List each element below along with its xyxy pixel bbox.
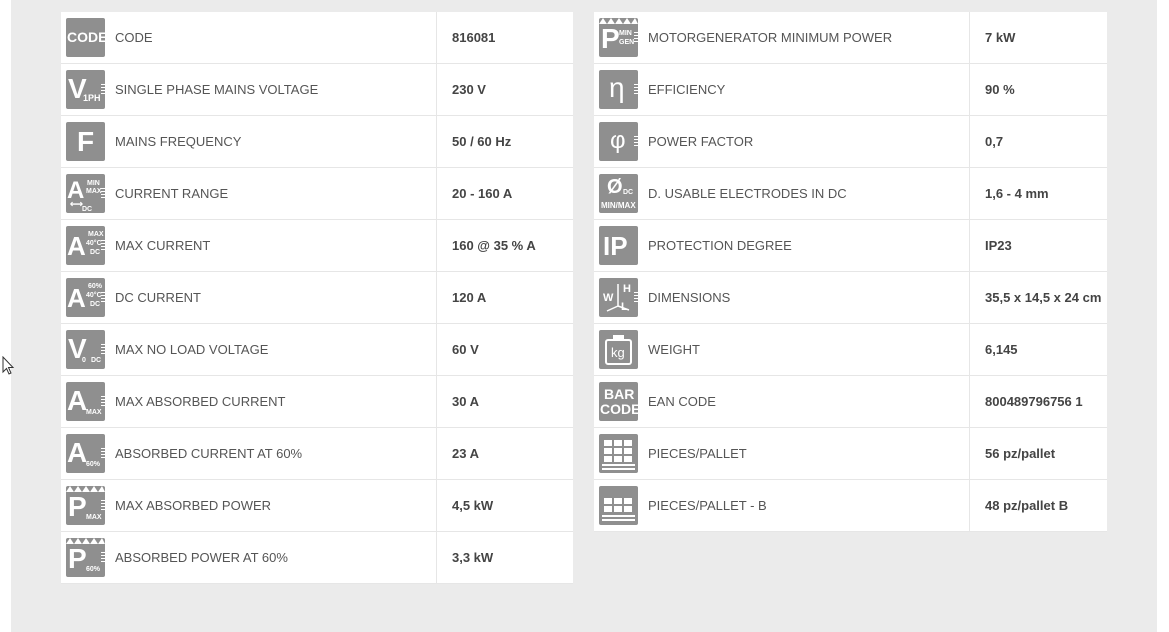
spec-value: 3,3 kW: [452, 550, 494, 565]
motorgenerator-icon: P MIN GEN: [599, 18, 638, 57]
spec-label: MAINS FREQUENCY: [115, 134, 242, 149]
voltage-1ph-icon: V 1PH: [66, 70, 105, 109]
table-row: CODE CODE 816081: [61, 12, 573, 64]
spec-label: DC CURRENT: [115, 290, 201, 305]
table-row: IP PROTECTION DEGREE IP23: [594, 220, 1107, 272]
spec-value: 4,5 kW: [452, 498, 494, 513]
electrode-diameter-icon: Ø DC MIN/MAX: [599, 174, 638, 213]
spec-value: 90 %: [985, 82, 1015, 97]
spec-value: 1,6 - 4 mm: [985, 186, 1049, 201]
spec-label: DIMENSIONS: [648, 290, 731, 305]
spec-label: WEIGHT: [648, 342, 700, 357]
table-row: F MAINS FREQUENCY 50 / 60 Hz: [61, 116, 573, 168]
specs-table-right: P MIN GEN MOTORGENERATOR MINIMUM POWER 7 kW…: [594, 12, 1107, 532]
table-row: V 0 DC MAX NO LOAD VOLTAGE 60 V: [61, 324, 573, 376]
spec-value: 35,5 x 14,5 x 24 cm: [985, 290, 1102, 305]
table-row: A MIN MAX ⟷ DC CURRENT RANGE 20 - 160 A: [61, 168, 573, 220]
frequency-icon: F: [66, 122, 105, 161]
table-row: V 1PH SINGLE PHASE MAINS VOLTAGE 230 V: [61, 64, 573, 116]
spec-value: 0,7: [985, 134, 1004, 149]
table-row: kg WEIGHT 6,145: [594, 324, 1107, 376]
table-row: P 60% ABSORBED POWER AT 60% 3,3 kW: [61, 532, 573, 584]
spec-label: MAX NO LOAD VOLTAGE: [115, 342, 269, 357]
mouse-pointer-icon: [2, 356, 15, 375]
spec-value: 816081: [452, 30, 496, 45]
table-row: BAR CODE EAN CODE 800489796756 1: [594, 376, 1107, 428]
table-row: PIECES/PALLET 56 pz/pallet: [594, 428, 1107, 480]
table-row: η EFFICIENCY 90 %: [594, 64, 1107, 116]
absorbed-current-60-icon: A 60%: [66, 434, 105, 473]
spec-value: 23 A: [452, 446, 479, 461]
spec-label: CURRENT RANGE: [115, 186, 229, 201]
max-current-icon: A MAX 40°C DC: [66, 226, 105, 265]
spec-value: 30 A: [452, 394, 479, 409]
table-row: W H L DIMENSIONS 35,5 x 14,5 x 24 cm: [594, 272, 1107, 324]
spec-label: PIECES/PALLET: [648, 446, 747, 461]
spec-value: 20 - 160 A: [452, 186, 513, 201]
max-absorbed-current-icon: A MAX: [66, 382, 105, 421]
spec-value: 50 / 60 Hz: [452, 134, 512, 149]
spec-value: 120 A: [452, 290, 487, 305]
pallet-icon: [599, 434, 638, 473]
table-row: A MAX 40°C DC MAX CURRENT 160 @ 35 % A: [61, 220, 573, 272]
power-factor-icon: φ: [599, 122, 638, 161]
spec-value: 48 pz/pallet B: [985, 498, 1069, 513]
spec-label: ABSORBED POWER AT 60%: [115, 550, 288, 565]
current-range-icon: A MIN MAX ⟷ DC: [66, 174, 105, 213]
spec-label: PIECES/PALLET - B: [648, 498, 767, 513]
efficiency-icon: η: [599, 70, 638, 109]
table-row: A 60% ABSORBED CURRENT AT 60% 23 A: [61, 428, 573, 480]
table-row: P MIN GEN MOTORGENERATOR MINIMUM POWER 7 kW: [594, 12, 1107, 64]
spec-value: IP23: [985, 238, 1012, 253]
no-load-voltage-icon: V 0 DC: [66, 330, 105, 369]
table-row: φ POWER FACTOR 0,7: [594, 116, 1107, 168]
spec-value: 6,145: [985, 342, 1018, 357]
table-row: A 60% 40°C DC DC CURRENT 120 A: [61, 272, 573, 324]
table-row: P MAX MAX ABSORBED POWER 4,5 kW: [61, 480, 573, 532]
table-row: A MAX MAX ABSORBED CURRENT 30 A: [61, 376, 573, 428]
spec-value: 800489796756 1: [985, 394, 1083, 409]
code-icon: CODE: [66, 18, 105, 57]
spec-label: ABSORBED CURRENT AT 60%: [115, 446, 303, 461]
barcode-icon: BAR CODE: [599, 382, 638, 421]
absorbed-power-60-icon: P 60%: [66, 538, 105, 577]
table-row: PIECES/PALLET - B 48 pz/pallet B: [594, 480, 1107, 532]
spec-value: 160 @ 35 % A: [452, 238, 536, 253]
spec-label: POWER FACTOR: [648, 134, 754, 149]
spec-label: MAX ABSORBED CURRENT: [115, 394, 286, 409]
specs-table-left: CODE CODE 816081 V 1PH SINGLE PHASE MAINS V…: [61, 12, 573, 584]
spec-label: MOTORGENERATOR MINIMUM POWER: [648, 30, 893, 45]
spec-value: 7 kW: [985, 30, 1016, 45]
spec-label: CODE: [115, 30, 153, 45]
weight-icon: kg: [599, 330, 638, 369]
table-row: Ø DC MIN/MAX D. USABLE ELECTRODES IN DC 1,6…: [594, 168, 1107, 220]
spec-value: 230 V: [452, 82, 486, 97]
spec-label: MAX CURRENT: [115, 238, 211, 253]
pallet-b-icon: [599, 486, 638, 525]
spec-value: 60 V: [452, 342, 479, 357]
spec-label: PROTECTION DEGREE: [648, 238, 792, 253]
spec-label: D. USABLE ELECTRODES IN DC: [648, 186, 847, 201]
protection-degree-icon: IP: [599, 226, 638, 265]
max-absorbed-power-icon: P MAX: [66, 486, 105, 525]
dc-current-icon: A 60% 40°C DC: [66, 278, 105, 317]
spec-value: 56 pz/pallet: [985, 446, 1056, 461]
spec-label: EAN CODE: [648, 394, 716, 409]
spec-label: EFFICIENCY: [648, 82, 726, 97]
dimensions-icon: WHL: [599, 278, 638, 317]
spec-label: SINGLE PHASE MAINS VOLTAGE: [115, 82, 319, 97]
spec-label: MAX ABSORBED POWER: [115, 498, 272, 513]
